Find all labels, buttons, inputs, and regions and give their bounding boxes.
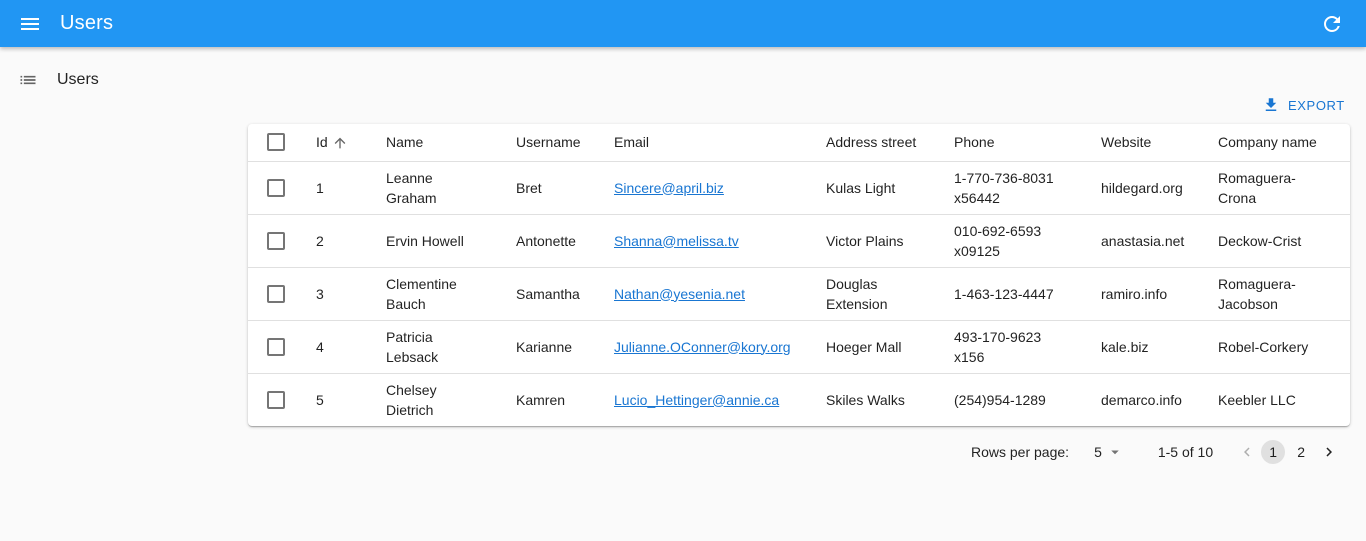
chevron-left-icon xyxy=(1244,447,1250,457)
cell-address-street: Skiles Walks xyxy=(826,391,905,408)
next-page-button[interactable] xyxy=(1317,440,1341,464)
rows-per-page-value: 5 xyxy=(1094,444,1102,460)
chevron-right-icon xyxy=(1326,447,1333,457)
cell-phone: 1-770-736-8031 x56442 xyxy=(954,161,1101,215)
row-checkbox[interactable] xyxy=(267,231,285,250)
cell-email-link[interactable]: Lucio_Hettinger@annie.ca xyxy=(614,392,779,408)
cell-phone: (254)954-1289 xyxy=(954,391,1046,408)
cell-company-name: Robel-Corkery xyxy=(1218,320,1350,374)
column-header-id[interactable]: Id xyxy=(316,124,386,162)
table-row[interactable]: 5 Chelsey Dietrich Kamren Lucio_Hettinge… xyxy=(248,373,1350,426)
cell-company-name: Romaguera-Jacobson xyxy=(1218,267,1350,321)
cell-name: Chelsey Dietrich xyxy=(386,381,437,418)
download-icon xyxy=(1265,98,1277,111)
page-title: Users xyxy=(60,12,114,34)
column-header-email[interactable]: Email xyxy=(614,124,826,162)
page-button-2[interactable]: 2 xyxy=(1289,440,1313,464)
cell-email-link[interactable]: Julianne.OConner@kory.org xyxy=(614,339,791,355)
column-header-company-name[interactable]: Company name xyxy=(1218,124,1350,162)
cell-website: hildegard.org xyxy=(1101,161,1218,215)
cell-company-name: Keebler LLC xyxy=(1218,391,1296,408)
table-row[interactable]: 4 Patricia Lebsack Karianne Julianne.OCo… xyxy=(248,320,1350,374)
cell-id: 5 xyxy=(316,391,324,408)
cell-email-link[interactable]: Nathan@yesenia.net xyxy=(614,286,745,302)
app-bar: Users xyxy=(0,0,1366,47)
users-table-card: Id Name Username Email Address street Ph… xyxy=(248,124,1350,426)
row-checkbox[interactable] xyxy=(267,284,285,303)
users-table: Id Name Username Email Address street Ph… xyxy=(248,124,1350,426)
sidebar-item-users[interactable]: Users xyxy=(0,58,240,102)
cell-id: 2 xyxy=(316,214,386,268)
sidebar: Users xyxy=(0,58,240,102)
cell-name: Clementine Bauch xyxy=(386,267,516,321)
cell-company-name: Deckow-Crist xyxy=(1218,214,1350,268)
rows-per-page-label: Rows per page: xyxy=(971,444,1070,460)
menu-button[interactable] xyxy=(6,0,54,47)
cell-email-link[interactable]: Sincere@april.biz xyxy=(614,180,724,196)
list-icon xyxy=(20,75,36,85)
row-checkbox[interactable] xyxy=(267,390,285,409)
cell-email-link[interactable]: Shanna@melissa.tv xyxy=(614,233,739,249)
cell-website: ramiro.info xyxy=(1101,267,1218,321)
arrow-drop-down-icon xyxy=(1111,450,1119,455)
cell-username: Bret xyxy=(516,161,614,215)
refresh-button[interactable] xyxy=(1316,8,1348,40)
cell-name: Patricia Lebsack xyxy=(386,320,516,374)
cell-phone: 493-170-9623 x156 xyxy=(954,320,1101,374)
cell-address-street: Victor Plains xyxy=(826,214,954,268)
select-all-checkbox[interactable] xyxy=(267,133,285,152)
cell-id: 3 xyxy=(316,267,386,321)
sidebar-item-label: Users xyxy=(57,71,99,88)
cell-username: Samantha xyxy=(516,267,614,321)
cell-company-name: Romaguera-Crona xyxy=(1218,161,1350,215)
cell-username: Antonette xyxy=(516,214,614,268)
column-header-website[interactable]: Website xyxy=(1101,124,1218,162)
column-header-phone[interactable]: Phone xyxy=(954,124,1101,162)
table-row[interactable]: 2 Ervin Howell Antonette Shanna@melissa.… xyxy=(248,214,1350,268)
previous-page-button[interactable] xyxy=(1237,440,1257,464)
cell-address-street: Kulas Light xyxy=(826,161,954,215)
table-row[interactable]: 3 Clementine Bauch Samantha Nathan@yesen… xyxy=(248,267,1350,321)
cell-website: kale.biz xyxy=(1101,320,1218,374)
cell-name: Leanne Graham xyxy=(386,161,516,215)
cell-username: Karianne xyxy=(516,320,614,374)
cell-website: anastasia.net xyxy=(1101,214,1218,268)
row-checkbox[interactable] xyxy=(267,178,285,197)
export-button[interactable]: Export xyxy=(1256,92,1351,118)
cell-phone: 010-692-6593 x09125 xyxy=(954,214,1101,268)
cell-phone: 1-463-123-4447 xyxy=(954,267,1101,321)
page-range: 1-5 of 10 xyxy=(1157,444,1214,460)
cell-username: Kamren xyxy=(516,391,566,408)
column-header-name[interactable]: Name xyxy=(386,124,516,162)
cell-name: Ervin Howell xyxy=(386,214,516,268)
cell-address-street: Douglas Extension xyxy=(826,267,954,321)
menu-icon xyxy=(21,17,39,30)
cell-id: 1 xyxy=(316,161,386,215)
refresh-icon xyxy=(1324,15,1340,32)
table-header-row: Id Name Username Email Address street Ph… xyxy=(248,124,1350,162)
page-button-1[interactable]: 1 xyxy=(1261,440,1286,464)
table-row[interactable]: 1 Leanne Graham Bret Sincere@april.biz K… xyxy=(248,161,1350,215)
column-header-address-street[interactable]: Address street xyxy=(826,124,954,162)
cell-address-street: Hoeger Mall xyxy=(826,320,954,374)
rows-per-page-select[interactable]: 5 xyxy=(1094,443,1124,461)
cell-id: 4 xyxy=(316,320,386,374)
row-checkbox[interactable] xyxy=(267,337,285,356)
export-label: Export xyxy=(1288,97,1345,113)
cell-website: demarco.info xyxy=(1101,391,1182,408)
pagination: Rows per page: 5 1-5 of 10 1 2 xyxy=(960,438,1350,466)
column-header-username[interactable]: Username xyxy=(516,124,614,162)
arrow-upward-icon xyxy=(334,137,346,149)
